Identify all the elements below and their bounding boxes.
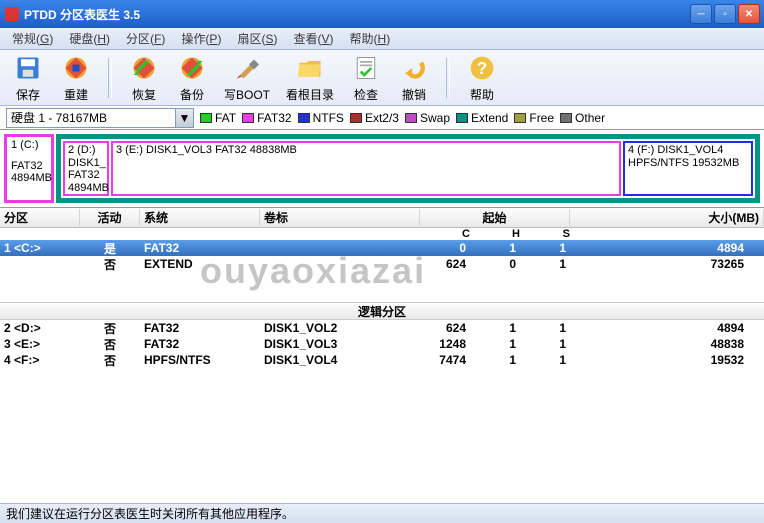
backup-button[interactable]: 备份: [172, 50, 212, 105]
disk-map: 1 (C:) FAT32 4894MB 2 (D:) DISK1_ FAT32 …: [0, 130, 764, 208]
col-start[interactable]: 起始: [420, 209, 570, 226]
window-title: PTDD 分区表医生 3.5: [24, 6, 690, 23]
save-button[interactable]: 保存: [8, 50, 48, 105]
table-row[interactable]: 4 <F:> 否 HPFS/NTFS DISK1_VOL4 7474 1 1 1…: [0, 352, 764, 368]
primary-table: 1 <C:> 是 FAT32 0 1 1 4894 否 EXTEND 624 0…: [0, 240, 764, 272]
rebuild-button[interactable]: 重建: [56, 50, 96, 105]
menu-disk[interactable]: 硬盘(H): [63, 28, 116, 49]
col-label[interactable]: 卷标: [260, 209, 420, 226]
table-row[interactable]: 2 <D:> 否 FAT32 DISK1_VOL2 624 1 1 4894: [0, 320, 764, 336]
legend-swatch-fat32: [242, 113, 254, 123]
subbar: 硬盘 1 - 78167MB ▼ FAT FAT32 NTFS Ext2/3 S…: [0, 106, 764, 130]
legend-swatch-swap: [405, 113, 417, 123]
table-row[interactable]: 1 <C:> 是 FAT32 0 1 1 4894: [0, 240, 764, 256]
menu-partition[interactable]: 分区(F): [120, 28, 171, 49]
table-row[interactable]: 否 EXTEND 624 0 1 73265: [0, 256, 764, 272]
col-active[interactable]: 活动: [80, 209, 140, 226]
partition-block-c[interactable]: 1 (C:) FAT32 4894MB: [4, 134, 54, 203]
logical-table: 2 <D:> 否 FAT32 DISK1_VOL2 624 1 1 4894 3…: [0, 320, 764, 368]
app-icon: [4, 6, 20, 22]
menu-sector[interactable]: 扇区(S): [231, 28, 283, 49]
partition-block-f[interactable]: 4 (F:) DISK1_VOL4 HPFS/NTFS 19532MB: [623, 141, 753, 196]
table-header: 分区 活动 系统 卷标 起始 大小(MB): [0, 208, 764, 228]
legend-swatch-extend: [456, 113, 468, 123]
restore-button[interactable]: 恢复: [124, 50, 164, 105]
partition-block-e[interactable]: 3 (E:) DISK1_VOL3 FAT32 48838MB: [111, 141, 621, 196]
legend-swatch-ext: [350, 113, 362, 123]
maximize-button[interactable]: ▫: [714, 4, 736, 24]
legend-swatch-other: [560, 113, 572, 123]
legend-swatch-fat: [200, 113, 212, 123]
minimize-button[interactable]: ─: [690, 4, 712, 24]
svg-text:?: ?: [477, 58, 488, 78]
table-row[interactable]: 3 <E:> 否 FAT32 DISK1_VOL3 1248 1 1 48838: [0, 336, 764, 352]
help-button[interactable]: ?帮助: [462, 50, 502, 105]
extended-partition-block[interactable]: 2 (D:) DISK1_ FAT32 4894MB 3 (E:) DISK1_…: [56, 134, 760, 203]
menu-operate[interactable]: 操作(P): [175, 28, 227, 49]
status-text: 我们建议在运行分区表医生时关闭所有其他应用程序。: [6, 505, 294, 522]
check-button[interactable]: 检查: [346, 50, 386, 105]
logical-header: 逻辑分区: [0, 302, 764, 320]
statusbar: 我们建议在运行分区表医生时关闭所有其他应用程序。: [0, 503, 764, 523]
menu-general[interactable]: 常规(G): [6, 28, 59, 49]
close-button[interactable]: ✕: [738, 4, 760, 24]
menu-help[interactable]: 帮助(H): [344, 28, 397, 49]
menu-view[interactable]: 查看(V): [287, 28, 339, 49]
rootdir-button[interactable]: 看根目录: [282, 50, 338, 105]
undo-button[interactable]: 撤销: [394, 50, 434, 105]
col-partition[interactable]: 分区: [0, 209, 80, 226]
legend-swatch-free: [514, 113, 526, 123]
drive-select[interactable]: 硬盘 1 - 78167MB ▼: [6, 108, 194, 128]
dropdown-arrow-icon: ▼: [175, 109, 193, 127]
menubar: 常规(G) 硬盘(H) 分区(F) 操作(P) 扇区(S) 查看(V) 帮助(H…: [0, 28, 764, 50]
toolbar: 保存 重建 恢复 备份 写BOOT 看根目录 检查 撤销 ?帮助: [0, 50, 764, 106]
titlebar: PTDD 分区表医生 3.5 ─ ▫ ✕: [0, 0, 764, 28]
col-size[interactable]: 大小(MB): [570, 209, 764, 226]
col-system[interactable]: 系统: [140, 209, 260, 226]
legend: FAT FAT32 NTFS Ext2/3 Swap Extend Free O…: [200, 111, 605, 125]
writeboot-button[interactable]: 写BOOT: [220, 50, 274, 105]
partition-block-d[interactable]: 2 (D:) DISK1_ FAT32 4894MB: [63, 141, 109, 196]
legend-swatch-ntfs: [298, 113, 310, 123]
